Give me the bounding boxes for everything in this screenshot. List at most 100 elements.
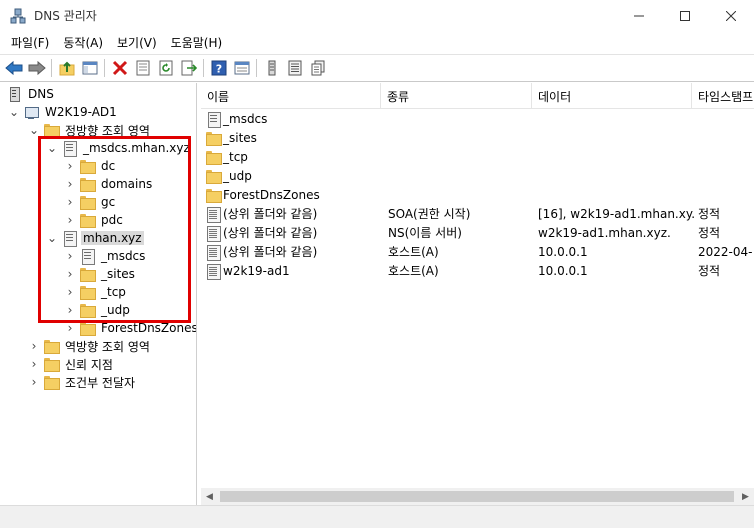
menu-file[interactable]: 파일(F)	[4, 34, 56, 51]
chevron-right-icon[interactable]: ›	[64, 301, 76, 319]
chevron-right-icon[interactable]: ›	[64, 211, 76, 229]
tree-node-mhan-msdcs[interactable]: › _msdcs	[64, 247, 147, 265]
up-folder-icon	[59, 61, 74, 76]
forward-button[interactable]	[25, 57, 48, 79]
show-hide-tree-button[interactable]	[78, 57, 101, 79]
list-row[interactable]: _msdcs	[201, 109, 754, 128]
folder-icon	[79, 266, 96, 282]
tree-node-msdcs-zone[interactable]: ⌄ _msdcs.mhan.xyz	[46, 139, 192, 157]
tree-node-tcp[interactable]: › _tcp	[64, 283, 128, 301]
console-tree: DNS ⌄ W2K19-AD1 ⌄ 정방향 조회 영역 ⌄ _msdcs.mha…	[0, 83, 197, 528]
menu-help[interactable]: 도움말(H)	[164, 34, 230, 51]
back-arrow-icon	[4, 60, 22, 76]
scroll-thumb[interactable]	[220, 491, 734, 502]
export-list-button[interactable]	[177, 57, 200, 79]
chevron-right-icon[interactable]: ›	[28, 373, 40, 391]
folder-icon	[79, 320, 96, 336]
record-type: SOA(권한 시작)	[388, 207, 471, 221]
list-row[interactable]: w2k19-ad1 호스트(A) 10.0.0.1 정적	[201, 261, 754, 280]
title-bar: DNS 관리자	[0, 0, 754, 31]
chevron-right-icon[interactable]: ›	[64, 319, 76, 337]
tree-node-pdc[interactable]: › pdc	[64, 211, 125, 229]
up-one-level-button[interactable]	[55, 57, 78, 79]
horizontal-scrollbar[interactable]: ◀ ▶	[201, 488, 754, 505]
tree-node-sites[interactable]: › _sites	[64, 265, 137, 283]
dns-manager-icon	[10, 8, 26, 24]
list-row[interactable]: ForestDnsZones	[201, 185, 754, 204]
column-header-name[interactable]: 이름	[201, 83, 381, 109]
delete-button[interactable]	[108, 57, 131, 79]
tree-node-domains[interactable]: › domains	[64, 175, 154, 193]
toolbar-separator	[51, 59, 52, 77]
tree-node-forward-zones[interactable]: ⌄ 정방향 조회 영역	[28, 121, 152, 139]
tree-node-server[interactable]: ⌄ W2K19-AD1	[8, 103, 119, 121]
list-row[interactable]: _udp	[201, 166, 754, 185]
menu-action[interactable]: 동작(A)	[56, 34, 110, 51]
chevron-down-icon[interactable]: ⌄	[8, 103, 20, 121]
close-button[interactable]	[708, 0, 754, 31]
toolbar: ?	[0, 54, 754, 82]
tree-node-forestdnszones[interactable]: › ForestDnsZones	[64, 319, 196, 337]
chevron-right-icon[interactable]: ›	[64, 247, 76, 265]
console-icon	[234, 61, 249, 75]
tree-node-dns[interactable]: DNS	[4, 85, 56, 103]
tree-node-conditional-forwarders[interactable]: › 조건부 전달자	[28, 373, 137, 391]
list-row[interactable]: _sites	[201, 128, 754, 147]
server-button[interactable]	[260, 57, 283, 79]
chevron-right-icon[interactable]: ›	[64, 175, 76, 193]
folder-icon	[79, 176, 96, 192]
chevron-right-icon[interactable]: ›	[64, 157, 76, 175]
list-row[interactable]: (상위 폴더와 같음) NS(이름 서버) w2k19-ad1.mhan.xyz…	[201, 223, 754, 242]
record-data: w2k19-ad1.mhan.xyz.	[538, 225, 671, 240]
refresh-icon	[159, 60, 172, 76]
minimize-button[interactable]	[616, 0, 662, 31]
export-icon	[181, 60, 197, 76]
maximize-button[interactable]	[662, 0, 708, 31]
chevron-down-icon[interactable]: ⌄	[28, 121, 40, 139]
column-header-type[interactable]: 종류	[381, 83, 532, 109]
status-bar	[0, 505, 754, 528]
menu-view[interactable]: 보기(V)	[110, 34, 164, 51]
refresh-button[interactable]	[154, 57, 177, 79]
properties-button[interactable]	[131, 57, 154, 79]
back-button[interactable]	[2, 57, 25, 79]
scroll-right-icon[interactable]: ▶	[737, 488, 754, 505]
column-header-data[interactable]: 데이터	[532, 83, 692, 109]
dns-root-icon	[6, 86, 22, 102]
toolbar-separator	[256, 59, 257, 77]
chevron-down-icon[interactable]: ⌄	[46, 229, 58, 247]
folder-icon	[79, 158, 96, 174]
column-header-timestamp[interactable]: 타임스탬프	[692, 83, 754, 109]
list-row[interactable]: _tcp	[201, 147, 754, 166]
zone-icon	[61, 140, 77, 157]
record-icon	[205, 244, 221, 261]
tree-node-gc[interactable]: › gc	[64, 193, 117, 211]
chevron-right-icon[interactable]: ›	[64, 265, 76, 283]
tree-node-trust-points[interactable]: › 신뢰 지점	[28, 355, 115, 373]
record-data: [16], w2k19-ad1.mhan.xy...	[538, 206, 694, 221]
copy-button[interactable]	[306, 57, 329, 79]
chevron-right-icon[interactable]: ›	[28, 355, 40, 373]
record-icon	[205, 263, 221, 280]
folder-icon	[79, 284, 96, 300]
tree-node-dc[interactable]: › dc	[64, 157, 117, 175]
chevron-right-icon[interactable]: ›	[28, 337, 40, 355]
tree-node-udp[interactable]: › _udp	[64, 301, 132, 319]
help-button[interactable]: ?	[207, 57, 230, 79]
chevron-right-icon[interactable]: ›	[64, 193, 76, 211]
console-button[interactable]	[230, 57, 253, 79]
list-row[interactable]: (상위 폴더와 같음) 호스트(A) 10.0.0.1 2022-04-	[201, 242, 754, 261]
tree-node-reverse-zones[interactable]: › 역방향 조회 영역	[28, 337, 152, 355]
scroll-left-icon[interactable]: ◀	[201, 488, 218, 505]
record-type: 호스트(A)	[388, 264, 439, 278]
folder-icon	[79, 212, 96, 228]
record-timestamp: 정적	[698, 264, 721, 278]
list-row[interactable]: (상위 폴더와 같음) SOA(권한 시작) [16], w2k19-ad1.m…	[201, 204, 754, 223]
tree-node-mhan-zone[interactable]: ⌄ mhan.xyz	[46, 229, 144, 247]
folder-icon	[205, 130, 222, 146]
list-view-button[interactable]	[283, 57, 306, 79]
folder-icon	[79, 194, 96, 210]
chevron-down-icon[interactable]: ⌄	[46, 139, 58, 157]
minimize-icon	[634, 15, 644, 16]
chevron-right-icon[interactable]: ›	[64, 283, 76, 301]
